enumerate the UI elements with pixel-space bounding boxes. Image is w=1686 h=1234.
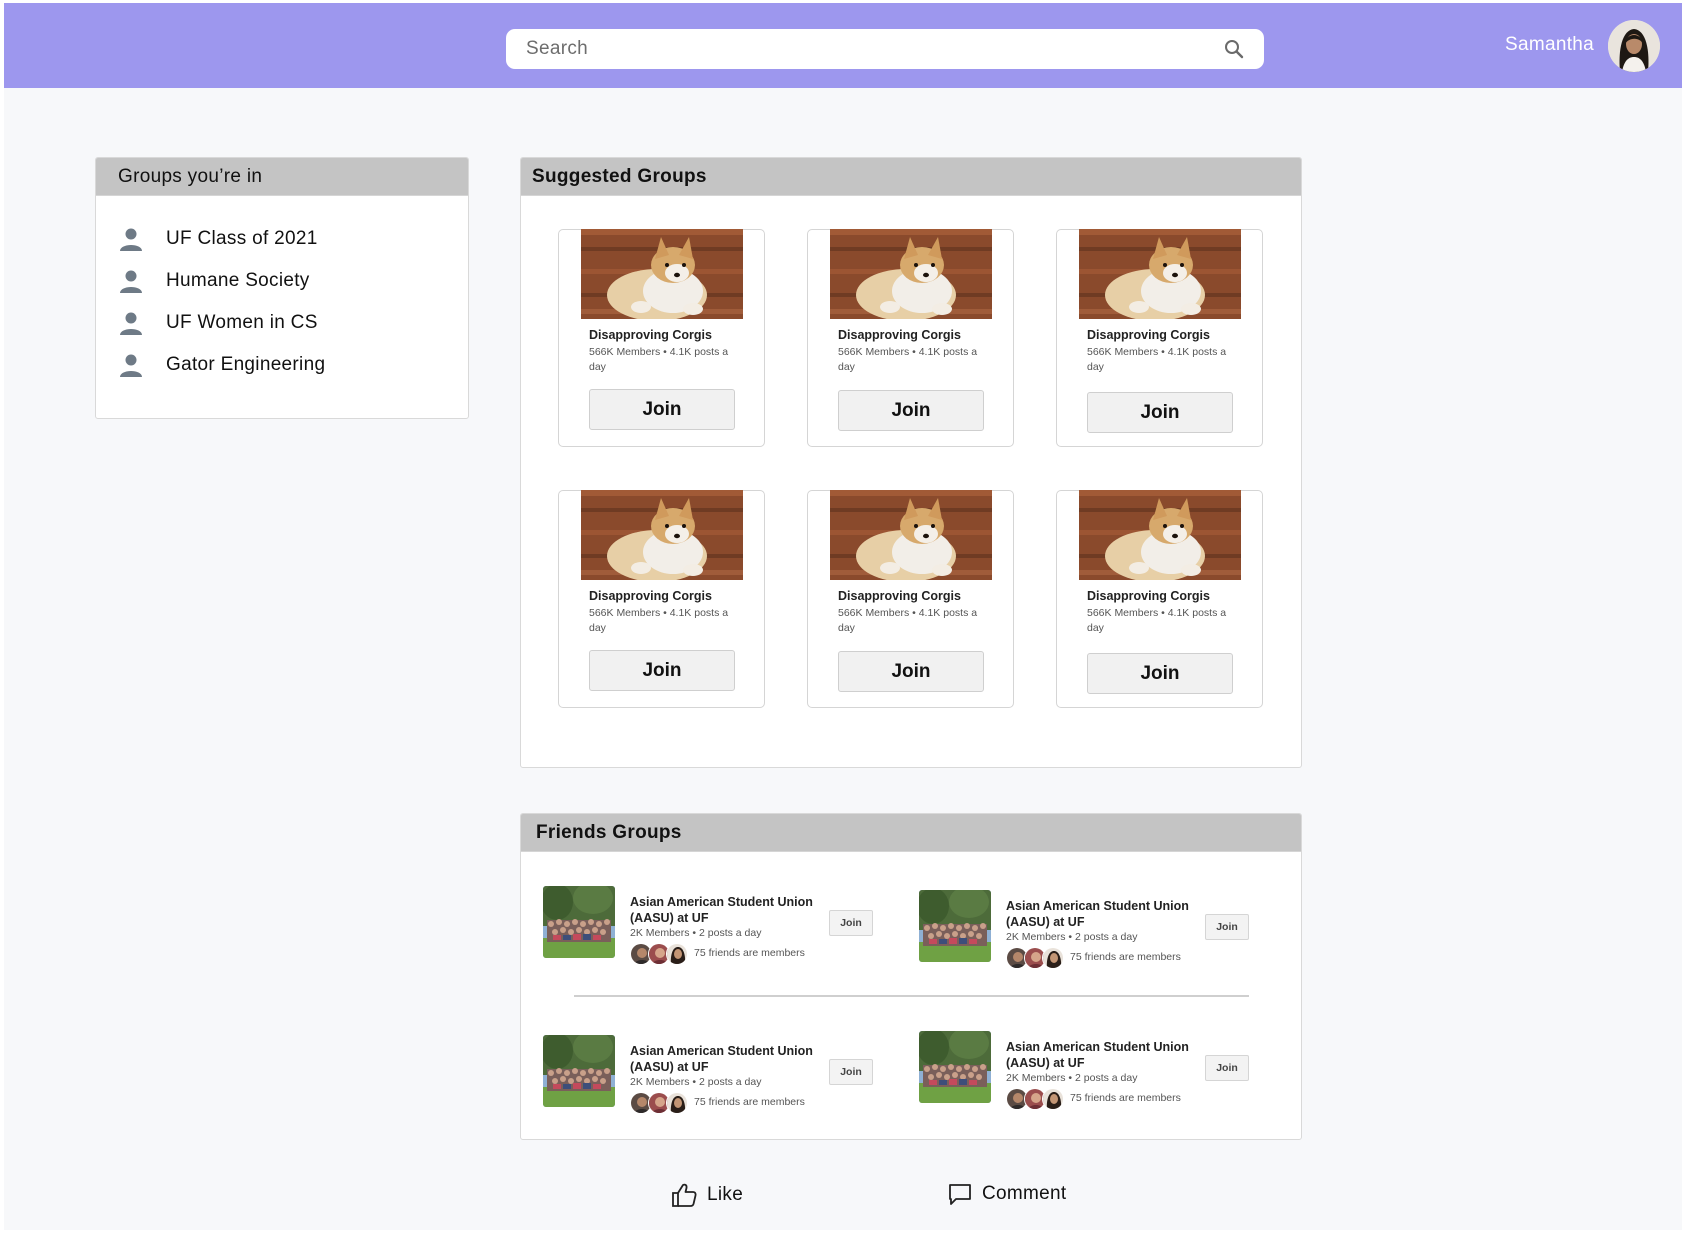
comment-label[interactable]: Comment: [982, 1183, 1066, 1205]
group-image[interactable]: [581, 229, 743, 319]
group-meta: 2K Members • 2 posts a day: [1006, 1072, 1138, 1084]
my-group-item[interactable]: UF Women in CS: [96, 302, 468, 344]
suggested-group-card[interactable]: Disapproving Corgis 566K Members • 4.1K …: [558, 229, 765, 447]
friends-group-item[interactable]: Asian American Student Union (AASU) at U…: [543, 1035, 883, 1114]
person-icon: [120, 312, 142, 335]
suggested-group-card[interactable]: Disapproving Corgis 566K Members • 4.1K …: [807, 490, 1014, 708]
my-group-item[interactable]: Gator Engineering: [96, 344, 468, 386]
friend-avatar: [666, 943, 688, 965]
suggested-group-card[interactable]: Disapproving Corgis 566K Members • 4.1K …: [1056, 229, 1263, 447]
my-group-label[interactable]: UF Class of 2021: [166, 228, 318, 250]
search-icon[interactable]: [1224, 39, 1244, 59]
group-image[interactable]: [919, 1031, 991, 1103]
group-name[interactable]: Asian American Student Union (AASU) at U…: [630, 1043, 820, 1075]
group-meta: 566K Members • 4.1K posts a day: [589, 346, 729, 373]
group-meta: 566K Members • 4.1K posts a day: [589, 607, 729, 634]
suggested-group-card[interactable]: Disapproving Corgis 566K Members • 4.1K …: [1056, 490, 1263, 708]
group-name[interactable]: Disapproving Corgis: [1087, 589, 1210, 603]
my-group-item[interactable]: UF Class of 2021: [96, 218, 468, 260]
friends-count: 75 friends are members: [694, 1096, 805, 1108]
person-icon: [120, 354, 142, 377]
group-image[interactable]: [1079, 490, 1241, 580]
suggested-group-card[interactable]: Disapproving Corgis 566K Members • 4.1K …: [807, 229, 1014, 447]
friend-avatar: [1042, 1088, 1064, 1110]
join-button[interactable]: Join: [1087, 392, 1233, 433]
join-button[interactable]: Join: [838, 390, 984, 431]
friends-count: 75 friends are members: [1070, 1092, 1181, 1104]
join-button[interactable]: Join: [838, 651, 984, 692]
my-group-label[interactable]: Humane Society: [166, 270, 310, 292]
suggested-group-card[interactable]: Disapproving Corgis 566K Members • 4.1K …: [558, 490, 765, 708]
group-meta: 2K Members • 2 posts a day: [630, 1076, 762, 1088]
group-meta: 566K Members • 4.1K posts a day: [838, 346, 978, 373]
like-button[interactable]: Like: [671, 1183, 743, 1207]
person-icon: [120, 228, 142, 251]
search-bar[interactable]: Search: [506, 29, 1264, 69]
join-button[interactable]: Join: [829, 1059, 873, 1085]
join-button[interactable]: Join: [589, 389, 735, 430]
my-group-item[interactable]: Humane Society: [96, 260, 468, 302]
group-name[interactable]: Asian American Student Union (AASU) at U…: [1006, 1039, 1196, 1071]
group-name[interactable]: Disapproving Corgis: [1087, 328, 1210, 342]
comment-button[interactable]: Comment: [948, 1183, 1066, 1205]
group-name[interactable]: Disapproving Corgis: [589, 328, 712, 342]
divider: [574, 995, 1249, 997]
group-meta: 566K Members • 4.1K posts a day: [838, 607, 978, 634]
like-label[interactable]: Like: [707, 1184, 743, 1206]
my-groups-panel: Groups you’re in UF Class of 2021 Humane…: [95, 157, 469, 419]
top-bar: Search: [4, 3, 1682, 88]
my-group-label[interactable]: Gator Engineering: [166, 354, 325, 376]
comment-icon: [949, 1184, 971, 1205]
friends-count: 75 friends are members: [694, 947, 805, 959]
friends-group-item[interactable]: Asian American Student Union (AASU) at U…: [919, 1031, 1259, 1110]
friend-avatar: [1042, 947, 1064, 969]
friends-group-item[interactable]: Asian American Student Union (AASU) at U…: [543, 886, 883, 965]
group-name[interactable]: Disapproving Corgis: [838, 328, 961, 342]
suggested-groups-title: Suggested Groups: [521, 158, 1301, 196]
friends-count: 75 friends are members: [1070, 951, 1181, 963]
my-group-label[interactable]: UF Women in CS: [166, 312, 318, 334]
friend-avatar: [666, 1092, 688, 1114]
group-meta: 2K Members • 2 posts a day: [1006, 931, 1138, 943]
group-meta: 2K Members • 2 posts a day: [630, 927, 762, 939]
group-name[interactable]: Asian American Student Union (AASU) at U…: [630, 894, 820, 926]
group-image[interactable]: [830, 229, 992, 319]
join-button[interactable]: Join: [589, 650, 735, 691]
group-image[interactable]: [830, 490, 992, 580]
thumbs-up-icon: [672, 1183, 697, 1207]
my-groups-list: UF Class of 2021 Humane Society UF Women…: [96, 196, 468, 386]
group-image[interactable]: [1079, 229, 1241, 319]
group-image[interactable]: [581, 490, 743, 580]
group-name[interactable]: Asian American Student Union (AASU) at U…: [1006, 898, 1196, 930]
join-button[interactable]: Join: [829, 910, 873, 936]
join-button[interactable]: Join: [1205, 914, 1249, 940]
group-meta: 566K Members • 4.1K posts a day: [1087, 346, 1227, 373]
group-image[interactable]: [919, 890, 991, 962]
person-icon: [120, 270, 142, 293]
avatar[interactable]: [1608, 20, 1660, 72]
group-meta: 566K Members • 4.1K posts a day: [1087, 607, 1227, 634]
user-name[interactable]: Samantha: [1505, 34, 1594, 56]
friends-groups-title: Friends Groups: [521, 814, 1301, 852]
join-button[interactable]: Join: [1087, 653, 1233, 694]
search-input[interactable]: Search: [526, 38, 1224, 60]
join-button[interactable]: Join: [1205, 1055, 1249, 1081]
group-image[interactable]: [543, 886, 615, 958]
my-groups-title: Groups you’re in: [96, 158, 468, 196]
group-name[interactable]: Disapproving Corgis: [838, 589, 961, 603]
friends-group-item[interactable]: Asian American Student Union (AASU) at U…: [919, 890, 1259, 969]
group-name[interactable]: Disapproving Corgis: [589, 589, 712, 603]
group-image[interactable]: [543, 1035, 615, 1107]
